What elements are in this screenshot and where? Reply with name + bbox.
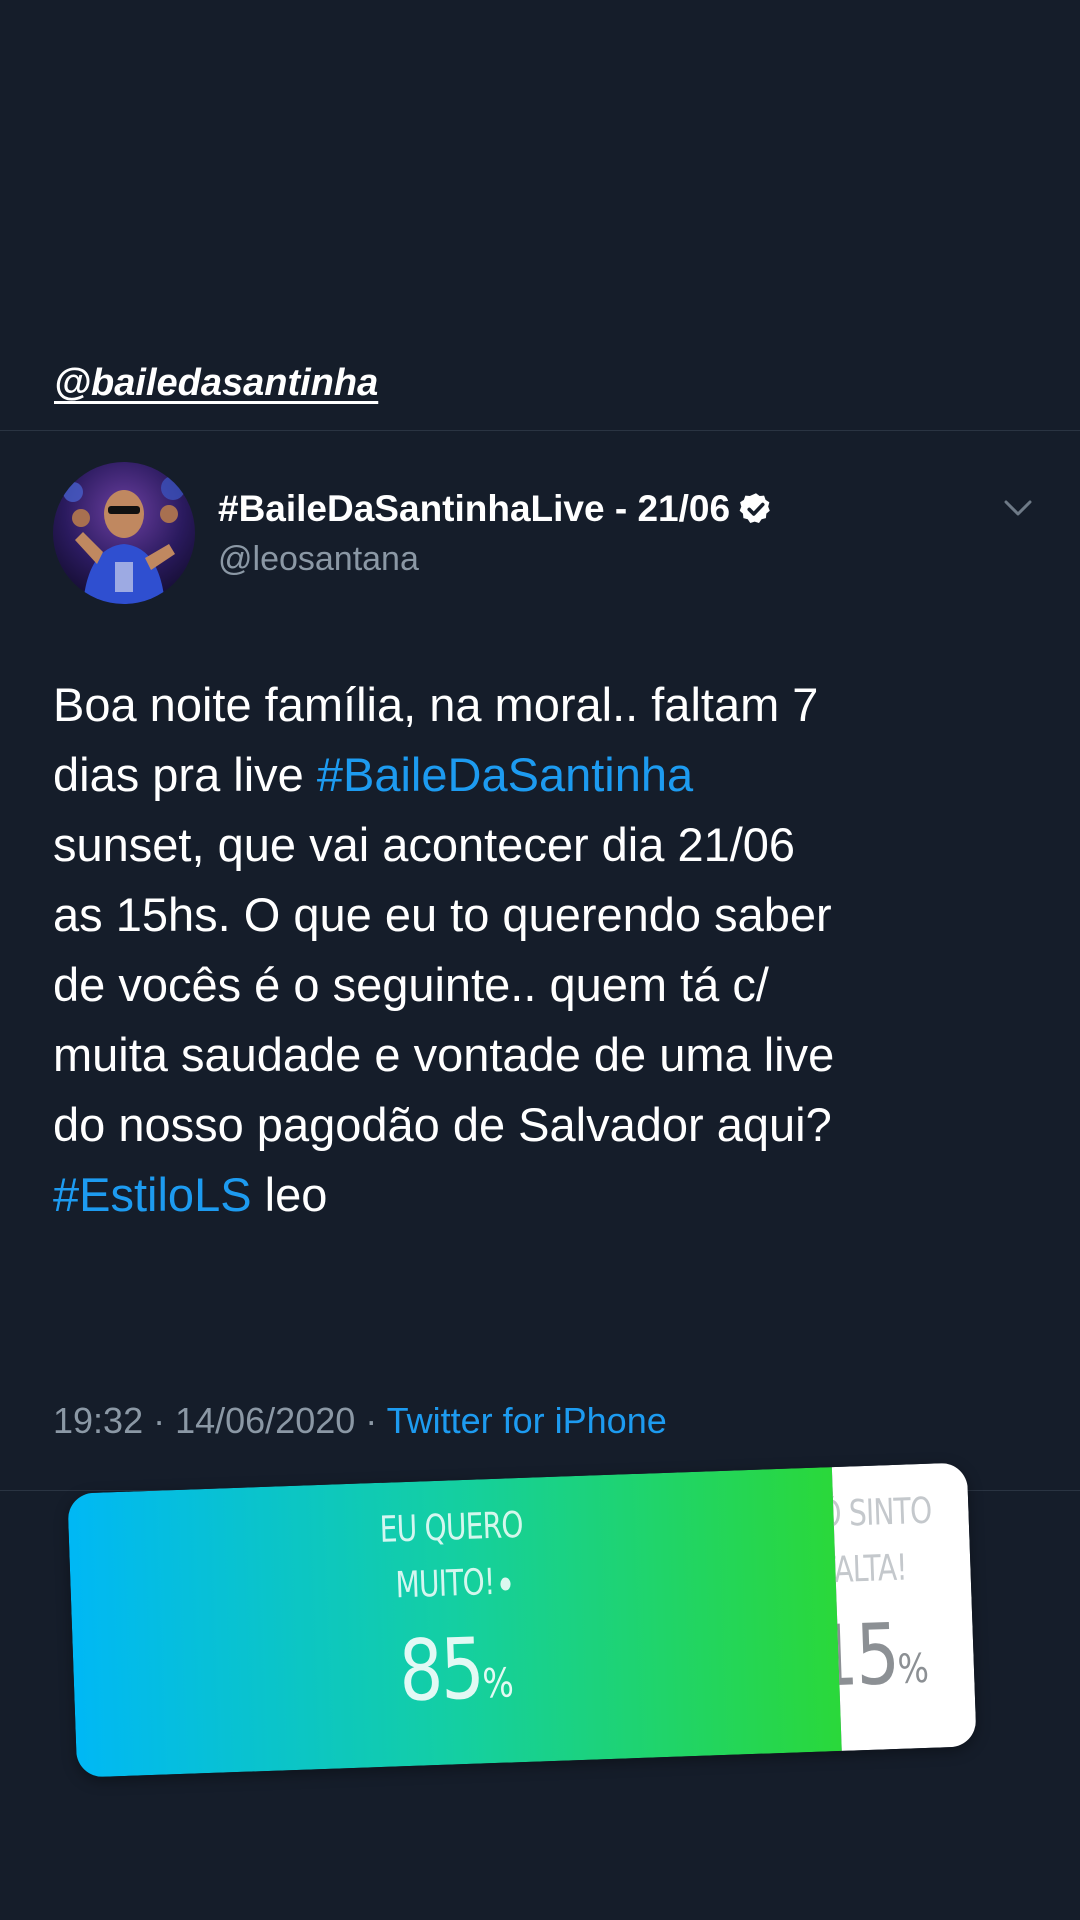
meta-separator: · [143, 1400, 176, 1441]
poll-option-b-label-line: FALTA! [831, 1547, 908, 1592]
poll-option-a-label: EU QUERO MUITO! [152, 1490, 752, 1623]
percent-sign: % [481, 1660, 515, 1708]
poll-option-b-label: Ô SINTO FALTA! [832, 1483, 940, 1599]
poll-option-b[interactable]: Ô SINTO FALTA! 15% [831, 1462, 977, 1751]
tweet-text-segment: leo [251, 1168, 328, 1221]
tweet-text-line: #EstiloLS leo [53, 1160, 1033, 1230]
tweet-text: Boa noite família, na moral.. faltam 7 di… [53, 670, 1033, 1230]
tweet-text-segment: as 15hs. O que eu to querendo saber [53, 888, 832, 941]
tweet-text-segment: de vocês é o seguinte.. quem tá c/ [53, 958, 769, 1011]
poll-option-b-percent-value: 15 [831, 1604, 899, 1706]
poll-sticker: EU QUERO MUITO! 85% Ô SINTO FALTA! 15% [67, 1462, 977, 1778]
avatar[interactable] [53, 462, 195, 604]
poll-option-b-label-line: Ô SINTO [831, 1490, 933, 1536]
hashtag-link[interactable]: #BaileDaSantinha [317, 748, 693, 801]
tweet-text-line: as 15hs. O que eu to querendo saber [53, 880, 1033, 950]
tweet-text-segment: Boa noite família, na moral.. faltam 7 [53, 678, 819, 731]
display-name-row: #BaileDaSantinhaLive - 21/06 [218, 488, 774, 530]
tweet-text-line: Boa noite família, na moral.. faltam 7 [53, 670, 1033, 740]
display-name[interactable]: #BaileDaSantinhaLive - 21/06 [218, 488, 730, 530]
tweet-time: 19:32 [53, 1400, 144, 1441]
story-mention[interactable]: @bailedasantinha [54, 362, 378, 405]
percent-sign: % [896, 1645, 930, 1693]
tweet-text-segment: dias pra live [53, 748, 317, 801]
poll-option-a-label-line-text: MUITO! [394, 1561, 496, 1607]
tweet-source[interactable]: Twitter for iPhone [387, 1400, 667, 1441]
tweet-text-line: de vocês é o seguinte.. quem tá c/ [53, 950, 1033, 1020]
tweet-card: #BaileDaSantinhaLive - 21/06 @leosantana… [0, 430, 1080, 1490]
tweet-text-line: muita saudade e vontade de uma live [53, 1020, 1033, 1090]
meta-separator: · [355, 1400, 387, 1441]
poll-option-a[interactable]: EU QUERO MUITO! 85% [67, 1467, 842, 1778]
tweet-date: 14/06/2020 [175, 1400, 356, 1441]
poll-option-a-percent-value: 85 [397, 1619, 484, 1721]
tweet-text-line: do nosso pagodão de Salvador aqui? [53, 1090, 1033, 1160]
handle[interactable]: @leosantana [218, 540, 419, 579]
tweet-text-line: dias pra live #BaileDaSantinha [53, 740, 1033, 810]
poll-option-b-percent: 15% [832, 1604, 930, 1706]
tweet-text-segment: sunset, que vai acontecer dia 21/06 [53, 818, 796, 871]
tweet-text-segment: muita saudade e vontade de uma live [53, 1028, 835, 1081]
tweet-text-line: sunset, que vai acontecer dia 21/06 [53, 810, 1033, 880]
chevron-down-icon[interactable] [1000, 490, 1036, 526]
hashtag-link[interactable]: #EstiloLS [53, 1168, 252, 1221]
tweet-meta: 19:32 · 14/06/2020 · Twitter for iPhone [53, 1400, 667, 1442]
selected-dot-icon [500, 1576, 512, 1591]
poll-option-a-percent: 85% [141, 1609, 771, 1729]
tweet-text-segment: do nosso pagodão de Salvador aqui? [53, 1098, 832, 1151]
verified-badge-icon [738, 491, 774, 527]
